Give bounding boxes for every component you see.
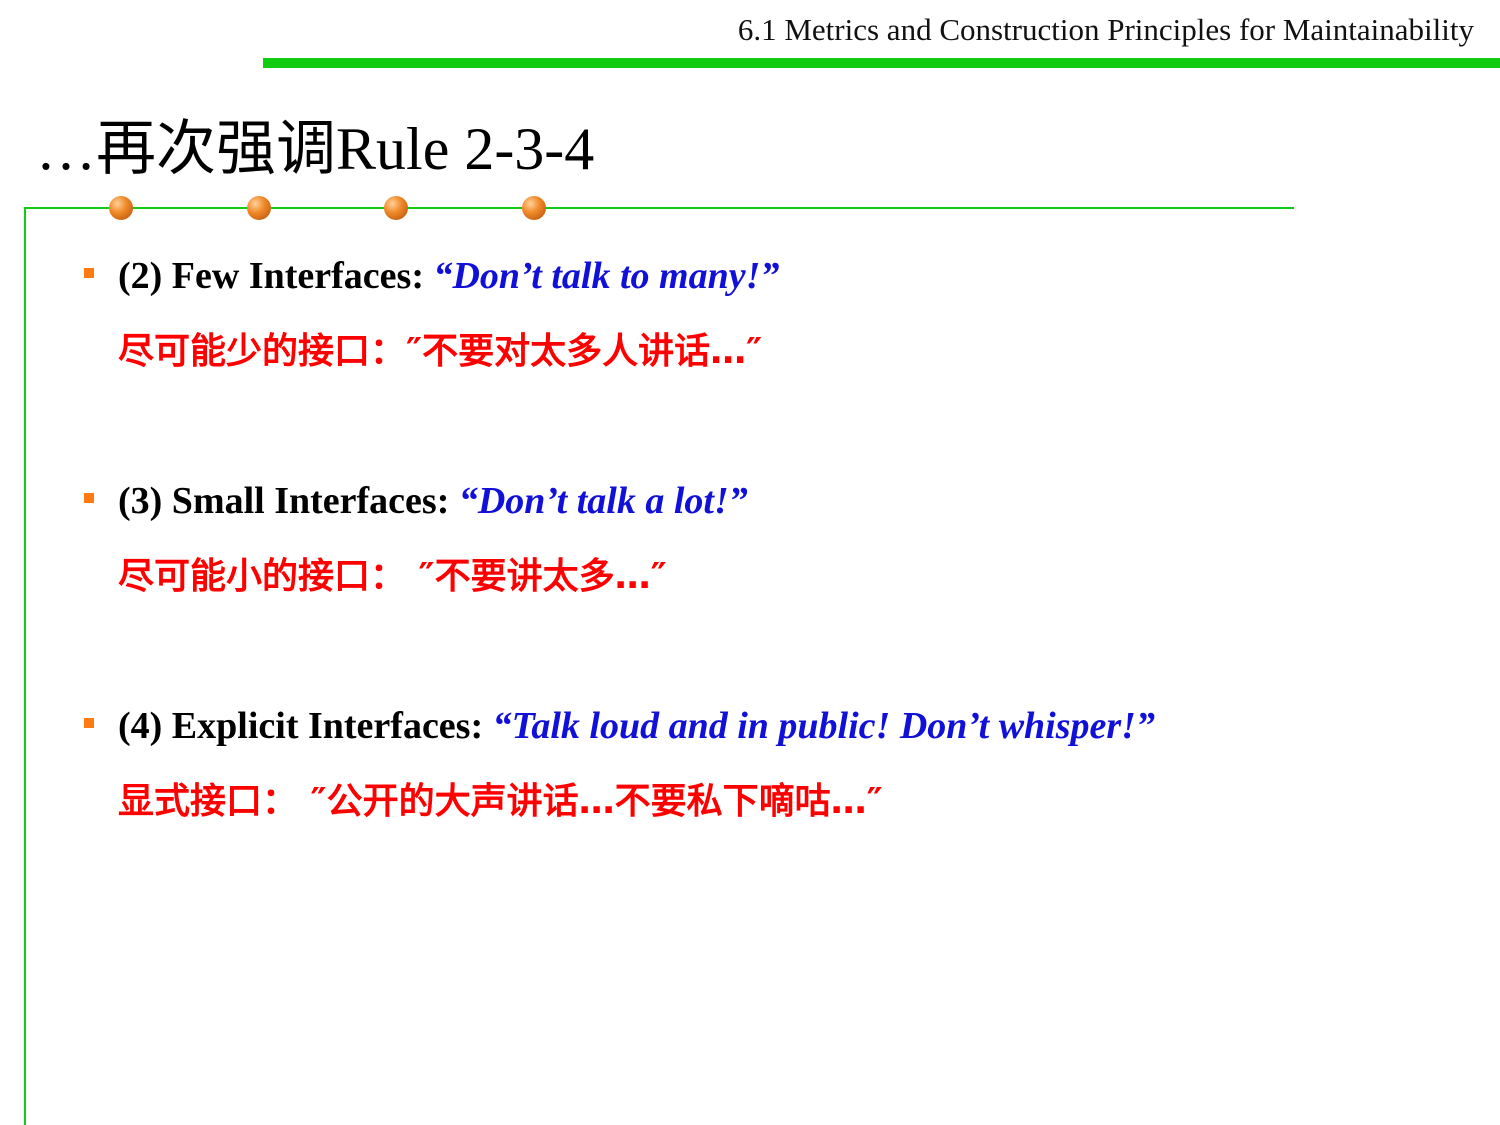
bullet-main-line: (4) Explicit Interfaces: “Talk loud and …: [118, 704, 1155, 748]
bullet-main-line: (2) Few Interfaces: “Don’t talk to many!…: [118, 254, 779, 298]
bullet-chinese-translation: 尽可能小的接口： ″不要讲太多…″: [118, 556, 667, 597]
square-bullet-icon: [84, 268, 94, 278]
section-header: 6.1 Metrics and Construction Principles …: [737, 12, 1474, 47]
bullet-main-line: (3) Small Interfaces: “Don’t talk a lot!…: [118, 479, 748, 523]
slide-title: …再次强调Rule 2-3-4: [36, 116, 595, 182]
square-bullet-icon: [84, 493, 94, 503]
decorative-dot-1: [109, 196, 133, 220]
decorative-dot-3: [384, 196, 408, 220]
header-accent-bar: [263, 58, 1500, 68]
square-bullet-icon: [84, 718, 94, 728]
bullet-quote: “Don’t talk to many!”: [433, 255, 780, 297]
frame-top-line: [24, 207, 1294, 209]
bullet-quote: “Talk loud and in public! Don’t whisper!…: [492, 705, 1155, 747]
bullet-chinese-translation: 显式接口： ″公开的大声讲话…不要私下嘀咕…″: [118, 781, 883, 822]
decorative-dot-2: [247, 196, 271, 220]
decorative-dot-4: [522, 196, 546, 220]
bullet-label: (3) Small Interfaces:: [118, 480, 450, 522]
bullet-quote: “Don’t talk a lot!”: [458, 480, 748, 522]
frame-left-line: [24, 207, 26, 1125]
bullet-chinese-translation: 尽可能少的接口：″不要对太多人讲话…″: [118, 331, 763, 372]
bullet-label: (4) Explicit Interfaces:: [118, 705, 484, 747]
bullet-label: (2) Few Interfaces:: [118, 255, 424, 297]
